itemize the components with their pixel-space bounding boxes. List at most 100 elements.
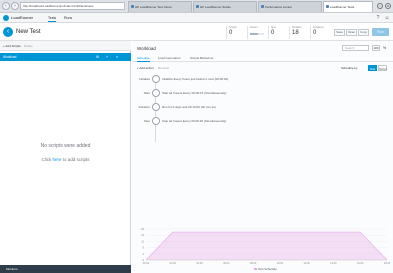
schedule-step[interactable]: Start Start all Vusers Every 00:00:15 (S… [132,89,393,99]
copy-button[interactable]: Copy [358,29,369,36]
stat-label: Scripts [229,26,237,29]
settings-icon[interactable]: ⚙ [385,3,391,9]
schedule-step[interactable]: Initialize Initialize Every Vuser just b… [132,75,393,85]
stat-value: 0 [271,30,275,36]
monitors-bar[interactable]: Monitors [0,265,131,273]
schedule-by-label: Schedule by [341,66,358,70]
stat-value: 18 [292,30,299,36]
delete-scripts-button[interactable]: Delete [24,44,33,48]
schedule-step[interactable]: Stop Stop all Vusers Every 00:00:15 (Sim… [132,117,393,127]
hp-logo-icon [3,15,9,21]
x-tick-label: 06:00 [223,262,230,265]
stat-sla: SLA 0 [268,26,288,39]
stat-label: Locations [313,26,324,29]
group-add-icon[interactable]: + [106,55,108,59]
step-label: Duration [138,105,150,109]
step-label: Start [143,91,150,95]
save-button[interactable]: Save [334,29,345,36]
monitors-label: Monitors [6,267,18,271]
browser-tab[interactable]: HP LoadRunner Test Cloud [128,1,192,12]
tab-load-generators[interactable]: Load Generators [158,56,181,61]
x-tick-label: 18:00 [384,262,391,265]
y-tick-label: 16 [141,234,144,237]
add-scripts-button[interactable]: + Add Scripts [3,44,21,48]
page-title[interactable]: New Test [16,28,41,36]
remove-action-button[interactable]: Remove [158,66,169,70]
group-label: Workload [3,55,17,59]
home-icon[interactable]: ⌂ [377,3,383,9]
hint-suffix: to add scripts [61,157,90,162]
step-description: Start all Vusers Every 00:00:15 (Simulta… [162,91,227,95]
series-area [146,232,387,260]
nav-runs[interactable]: Runs [64,15,72,21]
workload-group-header[interactable]: Workload ⚙ + ≡ [0,53,131,61]
stat-value: 0 [229,30,233,36]
x-tick-label: 08:00 [250,262,257,265]
stat-locations: Locations 0 [310,26,330,39]
percent-input[interactable]: 100 [372,45,380,51]
stat-label: Duration [292,26,302,29]
workload-title: Workload [137,46,156,51]
address-bar[interactable]: http://localhost/LoadRunner/pc/index.htm… [20,2,125,10]
step-circle-icon [152,75,160,83]
step-circle-icon [152,117,160,125]
chart-svg: 04812162000:00 02:00 04:00 06:00 08:00 10:00 1… [141,228,391,265]
y-tick-label: 8 [143,247,145,250]
y-tick-label: 20 [141,228,144,231]
step-description: Stop all Vusers Every 00:00:15 (Simultan… [162,119,227,123]
legend-swatch [254,268,257,271]
app-header: LoadRunner Tests Runs ? ☺ [0,13,393,23]
browser-tab[interactable]: HP LoadRunner Studio [193,1,257,12]
step-circle-icon [152,103,160,111]
tab-favicon-icon [261,5,264,8]
tab-scripts-behaviour[interactable]: Scripts Behaviour [190,56,214,61]
stat-vusers: Vusers [247,26,267,39]
tab-schedule[interactable]: Schedule [137,56,150,62]
step-circle-icon [152,89,160,97]
nav-tests[interactable]: Tests [48,15,57,22]
browser-toolbar: ‹ › http://localhost/LoadRunner/pc/index… [0,0,393,13]
user-icon[interactable]: ☺ [384,15,390,21]
vusers-bar [250,33,264,35]
schedule-actions: + Add action Remove Schedule by Test Scr… [132,64,393,72]
open-button[interactable]: Open [346,29,357,36]
group-settings-icon[interactable]: ⚙ [96,55,99,59]
x-tick-label: 04:00 [196,262,203,265]
group-menu-icon[interactable]: ≡ [116,55,118,59]
scripts-panel: + Add Scripts Delete Workload ⚙ + ≡ No s… [0,41,131,273]
tab-label: HP LoadRunner Studio [200,5,231,9]
search-input[interactable]: Search [342,45,369,51]
mode-script-toggle[interactable]: Script [378,65,387,71]
back-button[interactable]: ‹ [3,27,13,37]
mode-test-toggle[interactable]: Test [368,65,377,71]
tab-favicon-icon [326,5,329,8]
add-scripts-link[interactable]: here [52,157,61,162]
schedule-chart: 0 4 8 12 16 20 00:00 02:00 04:00 06:00 08:00 10:00 1… [132,227,393,273]
stat-value: 0 [313,30,317,36]
browser-tab[interactable]: Performance Center [258,1,322,12]
help-icon[interactable]: ? [375,15,381,21]
forward-nav-icon[interactable]: › [11,2,19,10]
step-label: Initialize [139,77,150,81]
step-label: Stop [143,119,150,123]
y-tick-label: 12 [141,240,144,243]
run-button[interactable]: Run [372,28,389,36]
x-tick-label: 10:00 [277,262,284,265]
hint-prefix: Click [41,157,53,162]
add-action-button[interactable]: + Add action [137,66,154,70]
tab-favicon-icon [196,5,199,8]
workload-tabs: Schedule Load Generators Scripts Behavio… [132,55,393,62]
stat-duration: Duration 18 [289,26,309,39]
back-nav-icon[interactable]: ‹ [2,2,10,10]
empty-message: No scripts were added [40,143,91,149]
tab-favicon-icon [131,5,134,8]
stat-label: Vusers [250,26,258,29]
x-tick-label: 16:00 [357,262,364,265]
step-description: Initialize Every Vuser just before it ru… [162,77,229,81]
tab-label: Performance Center [265,5,293,9]
schedule-step[interactable]: Duration Run for 0 days and 00:10:00 (hh… [132,103,393,113]
x-tick-label: 02:00 [170,262,177,265]
x-tick-label: 00:00 [143,262,150,265]
browser-tab-active[interactable]: LoadRunner Tests [323,1,373,12]
tab-label: LoadRunner Tests [330,5,355,9]
